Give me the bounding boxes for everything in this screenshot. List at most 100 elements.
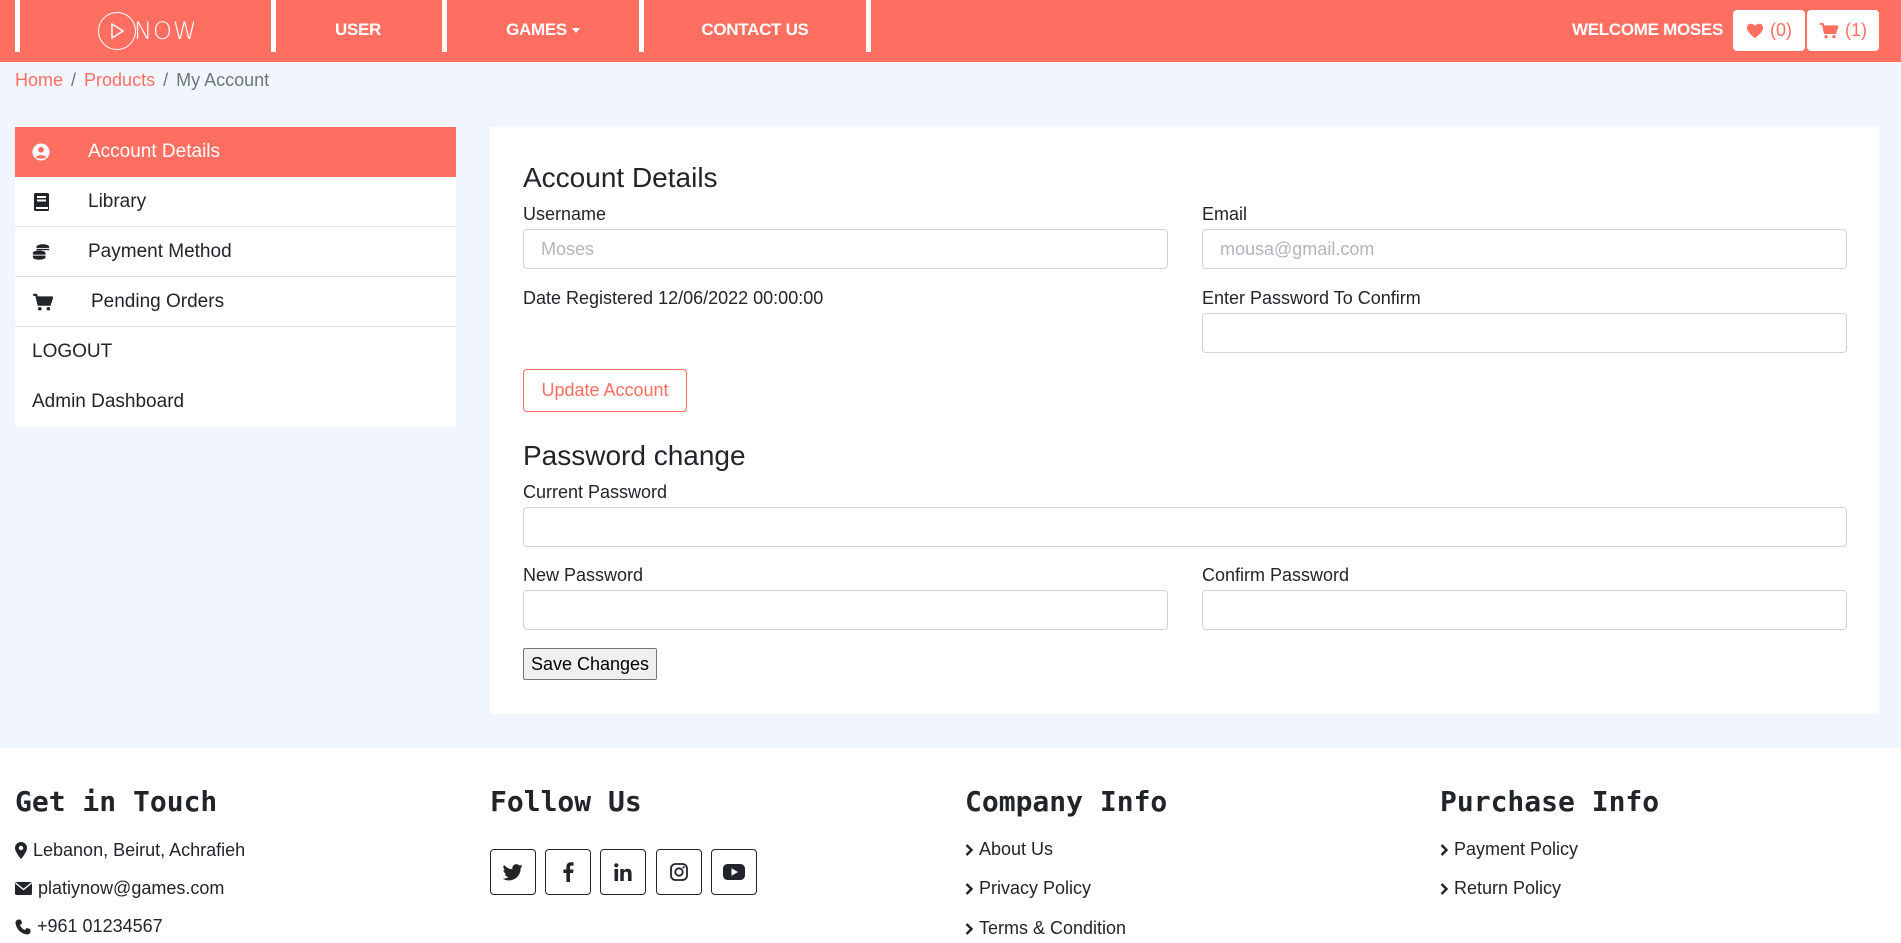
chevron-right-icon bbox=[965, 843, 973, 856]
footer-link-payment-policy[interactable]: Payment Policy bbox=[1440, 839, 1578, 860]
sidebar-item-payment-method[interactable]: Payment Method bbox=[15, 227, 456, 277]
heart-icon bbox=[1747, 23, 1763, 38]
account-sidebar: Account Details Library Payment Method P… bbox=[15, 127, 456, 427]
sidebar-item-pending-orders[interactable]: Pending Orders bbox=[15, 277, 456, 327]
new-password-input[interactable] bbox=[523, 590, 1168, 630]
phone-icon bbox=[15, 919, 31, 934]
password-change-heading: Password change bbox=[523, 440, 746, 471]
nav-contact-link[interactable]: CONTACT US bbox=[645, 20, 865, 40]
instagram-icon bbox=[670, 863, 688, 881]
footer-touch-heading: Get in Touch bbox=[15, 785, 218, 818]
footer-phone-text: +961 01234567 bbox=[37, 916, 163, 936]
footer-address-text: Lebanon, Beirut, Achrafieh bbox=[33, 840, 246, 860]
instagram-button[interactable] bbox=[656, 849, 702, 895]
chevron-right-icon bbox=[965, 882, 973, 895]
confirm-new-password-input[interactable] bbox=[1202, 590, 1847, 630]
breadcrumb-products[interactable]: Products bbox=[84, 70, 155, 91]
username-label: Username bbox=[523, 204, 607, 224]
save-changes-button[interactable]: Save Changes bbox=[523, 648, 657, 680]
nav-games-label: GAMES bbox=[506, 20, 567, 39]
cart-icon bbox=[32, 293, 54, 311]
sidebar-item-label: LOGOUT bbox=[32, 341, 113, 362]
nav-user-link[interactable]: USER bbox=[278, 20, 438, 40]
caret-down-icon bbox=[571, 28, 580, 34]
footer-company-heading: Company Info bbox=[965, 785, 1168, 818]
linkedin-button[interactable] bbox=[600, 849, 646, 895]
date-registered-text: Date Registered 12/06/2022 00:00:00 bbox=[523, 288, 824, 308]
email-label: Email bbox=[1202, 204, 1248, 224]
facebook-button[interactable] bbox=[545, 849, 591, 895]
sidebar-item-label: Admin Dashboard bbox=[32, 391, 185, 412]
footer-email-text: platiynow@games.com bbox=[38, 878, 225, 898]
footer-link-privacy[interactable]: Privacy Policy bbox=[965, 878, 1091, 899]
cart-button[interactable]: (1) bbox=[1807, 10, 1879, 51]
sidebar-item-label: Pending Orders bbox=[91, 290, 225, 312]
nav-divider bbox=[442, 0, 447, 52]
linkedin-icon bbox=[614, 863, 632, 881]
book-icon bbox=[32, 192, 50, 211]
youtube-button[interactable] bbox=[711, 849, 757, 895]
logo[interactable]: NOW bbox=[98, 12, 198, 50]
footer-link-terms[interactable]: Terms & Condition bbox=[965, 918, 1126, 939]
nav-games-dropdown[interactable]: GAMES bbox=[448, 20, 638, 40]
footer-link-label: Payment Policy bbox=[1454, 839, 1579, 859]
sidebar-item-admin-dashboard[interactable]: Admin Dashboard bbox=[15, 377, 456, 427]
youtube-icon bbox=[723, 864, 745, 880]
wishlist-count: (0) bbox=[1770, 20, 1792, 40]
logo-text: NOW bbox=[134, 17, 198, 45]
breadcrumb-current: My Account bbox=[176, 70, 270, 90]
email-input[interactable]: mousa@gmail.com bbox=[1202, 229, 1847, 269]
coins-icon bbox=[32, 243, 50, 261]
current-password-label: Current Password bbox=[523, 482, 668, 502]
footer-purchase-heading: Purchase Info bbox=[1440, 785, 1660, 818]
sidebar-item-label: Payment Method bbox=[88, 240, 232, 262]
chevron-right-icon bbox=[1440, 843, 1448, 856]
user-circle-icon bbox=[32, 142, 50, 161]
sidebar-item-library[interactable]: Library bbox=[15, 177, 456, 227]
confirm-password-label: Enter Password To Confirm bbox=[1202, 288, 1421, 308]
username-input[interactable]: Moses bbox=[523, 229, 1168, 269]
footer-link-label: About Us bbox=[979, 839, 1054, 859]
footer-link-label: Privacy Policy bbox=[979, 878, 1092, 898]
chevron-right-icon bbox=[1440, 882, 1448, 895]
breadcrumb: Home / Products / My Account bbox=[15, 70, 269, 91]
footer-phone[interactable]: +961 01234567 bbox=[15, 916, 163, 937]
top-navbar: NOW USER GAMES CONTACT US WELCOME MOSES … bbox=[0, 0, 1901, 62]
account-details-heading: Account Details bbox=[523, 162, 718, 193]
twitter-button[interactable] bbox=[490, 849, 536, 895]
nav-divider bbox=[15, 0, 20, 52]
sidebar-item-label: Account Details bbox=[88, 140, 221, 162]
twitter-icon bbox=[503, 863, 523, 880]
sidebar-item-account-details[interactable]: Account Details bbox=[15, 127, 456, 177]
cart-count: (1) bbox=[1845, 20, 1867, 40]
breadcrumb-home[interactable]: Home bbox=[15, 70, 63, 91]
nav-divider bbox=[866, 0, 871, 52]
nav-divider bbox=[639, 0, 644, 52]
play-icon bbox=[98, 12, 136, 50]
wishlist-button[interactable]: (0) bbox=[1733, 10, 1805, 51]
footer-follow-heading: Follow Us bbox=[490, 785, 642, 818]
new-password-label: New Password bbox=[523, 565, 644, 585]
confirm-password-input[interactable] bbox=[1202, 313, 1847, 353]
welcome-text: WELCOME MOSES bbox=[1572, 20, 1723, 39]
sidebar-item-label: Library bbox=[88, 190, 147, 212]
cart-icon bbox=[1819, 22, 1839, 39]
breadcrumb-separator: / bbox=[163, 70, 169, 90]
update-account-button[interactable]: Update Account bbox=[523, 369, 687, 412]
account-panel: Account Details Username Moses Email mou… bbox=[490, 127, 1879, 714]
envelope-icon bbox=[15, 882, 32, 895]
facebook-icon bbox=[562, 862, 574, 882]
footer-address: Lebanon, Beirut, Achrafieh bbox=[15, 840, 245, 861]
footer-link-return-policy[interactable]: Return Policy bbox=[1440, 878, 1561, 899]
map-marker-icon bbox=[15, 842, 27, 859]
confirm-new-password-label: Confirm Password bbox=[1202, 565, 1350, 585]
footer-link-label: Return Policy bbox=[1454, 878, 1562, 898]
breadcrumb-separator: / bbox=[71, 70, 77, 90]
current-password-input[interactable] bbox=[523, 507, 1847, 547]
nav-divider bbox=[271, 0, 276, 52]
footer-link-about[interactable]: About Us bbox=[965, 839, 1053, 860]
footer-link-label: Terms & Condition bbox=[979, 918, 1127, 938]
footer-email[interactable]: platiynow@games.com bbox=[15, 878, 224, 899]
footer: Get in Touch Lebanon, Beirut, Achrafieh … bbox=[0, 748, 1901, 943]
sidebar-item-logout[interactable]: LOGOUT bbox=[15, 327, 456, 377]
